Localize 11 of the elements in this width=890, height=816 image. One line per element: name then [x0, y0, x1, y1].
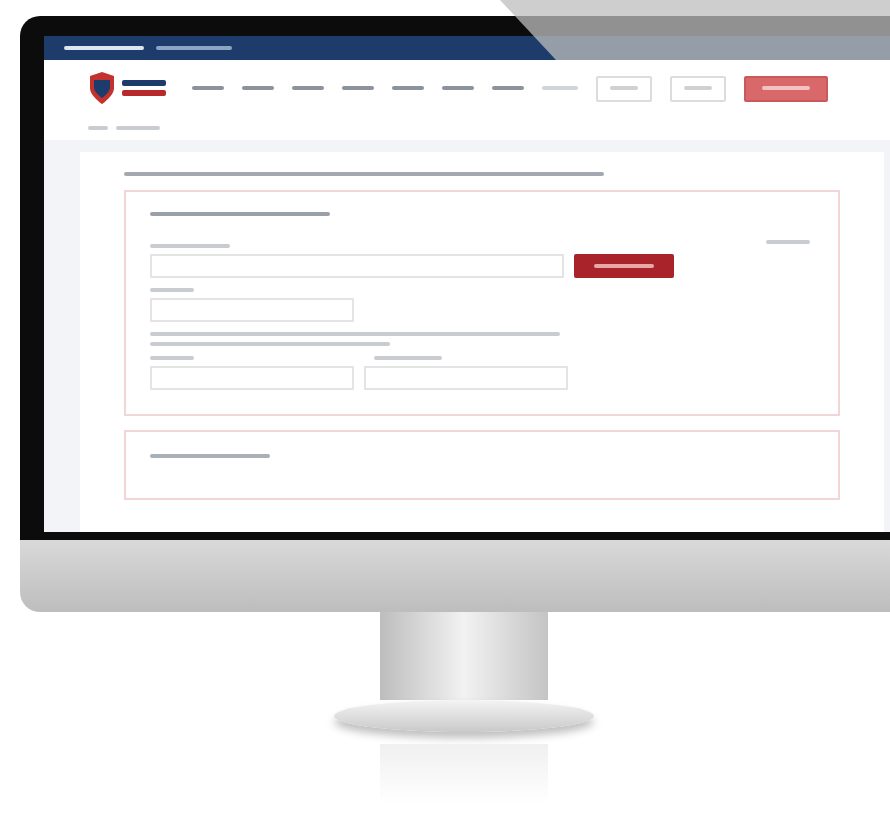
sign-up-button[interactable] [744, 75, 828, 101]
submit-button[interactable] [574, 254, 674, 278]
blurred-text [122, 80, 166, 86]
shield-logo-icon [88, 72, 116, 104]
nav-button[interactable] [596, 75, 652, 101]
nav-button[interactable] [670, 75, 726, 101]
input-field[interactable] [364, 366, 568, 390]
blurred-text [122, 90, 166, 96]
input-field[interactable] [150, 298, 354, 322]
input-field[interactable] [150, 254, 564, 278]
input-field[interactable] [150, 366, 354, 390]
